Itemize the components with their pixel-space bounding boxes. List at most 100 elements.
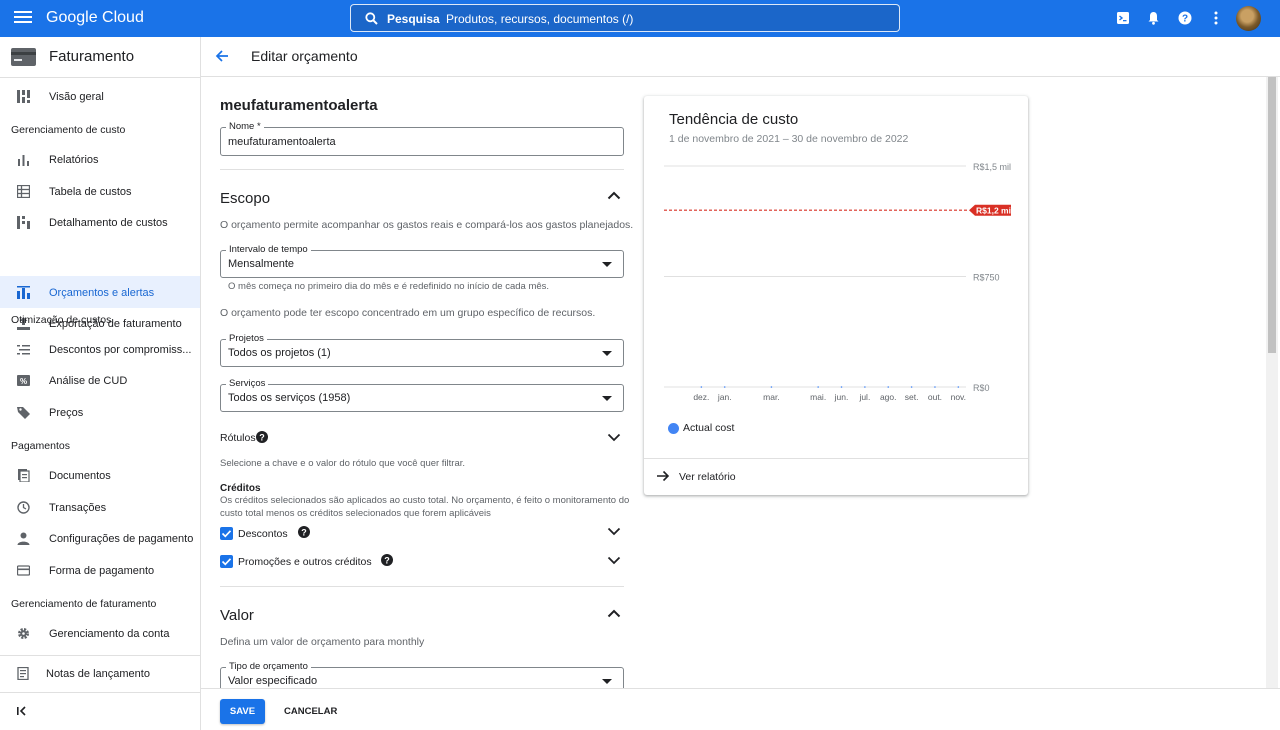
view-report-link[interactable]: Ver relatório [679,471,736,483]
search-icon [365,12,378,25]
sidebar-item-label: Relatórios [49,154,99,166]
divider [220,169,624,170]
services-select[interactable]: Serviços Todos os serviços (1958) [220,378,624,412]
back-arrow-icon[interactable] [215,49,229,63]
scrollbar-thumb[interactable] [1268,77,1276,353]
time-interval-select[interactable]: Intervalo de tempo Mensalmente [220,244,624,278]
services-label: Serviços [226,378,269,389]
value-description: Defina um valor de orçamento para monthl… [220,636,425,648]
sidebar-item-label: Documentos [49,470,111,482]
chevron-up-icon[interactable] [607,609,621,618]
save-button[interactable]: SAVE [220,699,265,724]
y-tick-label: R$0 [973,383,990,393]
sidebar-title: Faturamento [49,48,135,65]
sidebar-item-reports[interactable]: Relatórios [0,144,200,176]
time-interval-value: Mensalmente [228,258,295,270]
person-icon [17,532,30,545]
more-vert-icon[interactable] [1213,11,1219,25]
x-tick-label: mai. [810,392,826,402]
sidebar: Faturamento Visão geral Gerenciamento de… [0,37,201,730]
cloud-shell-icon[interactable] [1116,11,1130,25]
credits-description: Os créditos selecionados são aplicados a… [220,495,630,519]
projects-select[interactable]: Projetos Todos os projetos (1) [220,333,624,367]
section-cost-management: Gerenciamento de custo [11,124,126,136]
sidebar-header: Faturamento [0,37,200,77]
time-interval-helper: O mês começa no primeiro dia do mês e é … [228,281,550,292]
credits-title: Créditos [220,483,261,494]
sidebar-item-commit-discounts[interactable]: Descontos por compromiss... [0,334,200,366]
scope-description-2: O orçamento pode ter escopo concentrado … [220,307,596,319]
arrow-forward-icon[interactable] [656,470,670,482]
sidebar-item-cud-analysis[interactable]: % Análise de CUD [0,365,200,397]
table-icon [17,185,30,198]
sidebar-item-budgets-alerts[interactable]: Orçamentos e alertas [0,276,200,308]
projects-value: Todos os projetos (1) [228,347,331,359]
svg-text:?: ? [259,432,265,442]
name-field-label: Nome * [226,121,264,132]
divider [220,586,624,587]
name-field[interactable]: Nome * meufaturamentoalerta [220,121,624,156]
x-tick-label: mar. [763,392,780,402]
notifications-icon[interactable] [1147,11,1160,25]
help-icon[interactable]: ? [1178,11,1192,25]
legend-swatch-actual-cost [668,423,679,434]
dropdown-arrow-icon [602,262,612,267]
chevron-down-icon[interactable] [607,556,621,565]
top-app-bar: Google Cloud Pesquisa Produtos, recursos… [0,0,1280,37]
sidebar-item-label: Detalhamento de custos [49,217,168,229]
svg-text:?: ? [384,555,390,565]
discounts-checkbox[interactable] [220,527,233,540]
chevron-down-icon[interactable] [607,527,621,536]
divider [0,655,200,656]
services-value: Todos os serviços (1958) [228,392,351,404]
help-icon[interactable]: ? [298,526,310,538]
document-icon [17,469,30,482]
menu-icon[interactable] [14,10,32,24]
chevron-down-icon[interactable] [607,433,621,442]
search-label: Pesquisa [387,12,440,26]
cancel-button[interactable]: CANCELAR [281,699,340,724]
sidebar-item-label: Orçamentos e alertas [49,287,155,299]
checkmark-icon [221,558,232,566]
data-point [723,386,726,388]
sidebar-item-documents[interactable]: Documentos [0,460,200,492]
collapse-sidebar-icon[interactable] [17,706,27,716]
dropdown-arrow-icon [602,396,612,401]
labels-description: Selecione a chave e o valor do rótulo qu… [220,458,466,469]
sidebar-item-payment-settings[interactable]: Configurações de pagamento [0,523,200,555]
labels-section-title: Rótulos [220,432,256,444]
promotions-checkbox[interactable] [220,555,233,568]
sidebar-item-release-notes[interactable]: Notas de lançamento [0,658,200,690]
action-bar: SAVE CANCELAR [201,688,1280,730]
x-tick-label: jul. [858,392,870,402]
chevron-up-icon[interactable] [607,191,621,200]
cost-trend-chart: R$0 R$750 R$1,5 mil R$1,2 mil dez. jan. mar. ma… [664,162,1013,402]
budget-threshold-label: R$1,2 mil [976,206,1013,216]
data-point [934,386,936,388]
sidebar-item-label: Preços [49,407,84,419]
sidebar-item-cost-table[interactable]: Tabela de custos [0,176,200,208]
sidebar-item-cost-breakdown[interactable]: Detalhamento de custos [0,207,200,239]
sidebar-item-pricing[interactable]: Preços [0,397,200,429]
data-point [910,386,913,388]
help-icon[interactable]: ? [256,431,268,443]
budget-icon [17,286,30,299]
sidebar-item-transactions[interactable]: Transações [0,492,200,524]
data-point [840,386,843,388]
x-tick-label: jun. [834,392,849,402]
sidebar-item-overview[interactable]: Visão geral [0,81,200,113]
legend-label: Actual cost [683,422,735,434]
sidebar-item-account-management[interactable]: Gerenciamento da conta [0,618,200,650]
google-cloud-logo[interactable]: Google Cloud [46,9,144,27]
data-point [700,386,703,388]
avatar[interactable] [1236,6,1261,31]
help-icon[interactable]: ? [381,554,393,566]
data-point [887,386,890,388]
search-input[interactable]: Pesquisa Produtos, recursos, documentos … [350,4,900,32]
percent-icon: % [17,374,30,387]
breakdown-icon [17,216,30,229]
divider [644,458,1028,459]
scope-section-title: Escopo [220,190,271,207]
sidebar-item-payment-method[interactable]: Forma de pagamento [0,555,200,587]
sidebar-item-label: Visão geral [49,91,104,103]
